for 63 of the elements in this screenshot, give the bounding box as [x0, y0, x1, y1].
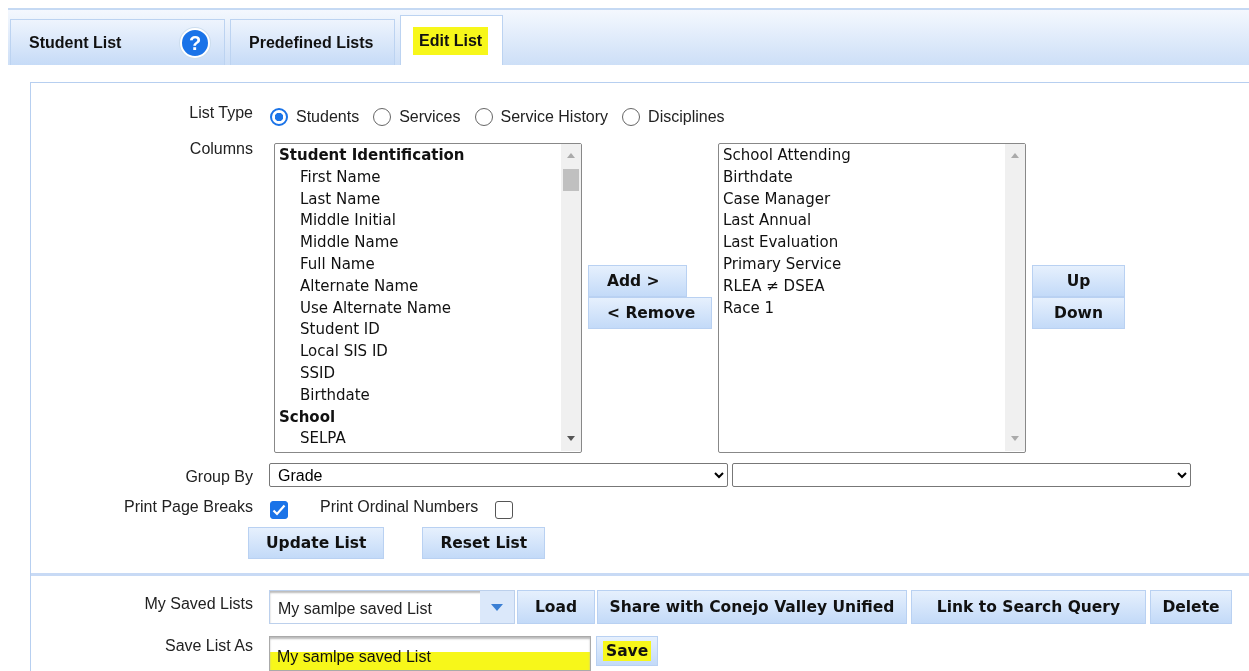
- list-option[interactable]: RLEA ≠ DSEA: [723, 275, 1001, 298]
- save-list-name-field[interactable]: My samlpe saved List: [269, 636, 591, 671]
- radio-label[interactable]: Services: [399, 105, 461, 129]
- scrollbar[interactable]: [561, 144, 581, 451]
- group-by-label: Group By: [184, 467, 253, 487]
- list-action-button[interactable]: Share with Conejo Valley Unified: [597, 590, 907, 624]
- list-option[interactable]: Last Evaluation: [723, 232, 1001, 254]
- list-action-button[interactable]: Delete: [1150, 590, 1232, 624]
- list-option[interactable]: Middle Initial: [279, 210, 557, 233]
- radio-label[interactable]: Service History: [500, 105, 609, 129]
- my-saved-lists-label: My Saved Lists: [143, 594, 253, 614]
- save-list-as-label: Save List As: [163, 636, 253, 656]
- list-option[interactable]: SSID: [279, 362, 557, 385]
- radio-button[interactable]: [474, 108, 493, 126]
- list-option[interactable]: Last Name: [279, 188, 557, 211]
- list-option[interactable]: School: [279, 406, 557, 429]
- print-page-breaks-label: Print Page Breaks: [123, 497, 253, 517]
- radio-label[interactable]: Students: [296, 105, 360, 129]
- list-option[interactable]: Local SIS ID: [279, 341, 557, 363]
- list-option[interactable]: Full Name: [279, 254, 557, 276]
- scrollbar[interactable]: [1005, 144, 1025, 451]
- group-by-select[interactable]: Grade: [269, 463, 728, 487]
- list-option[interactable]: Birthdate: [723, 166, 1001, 189]
- list-option[interactable]: Last Annual: [723, 210, 1001, 233]
- available-columns-listbox[interactable]: Student Identification First Name Last Name Middle Initial Middle Name Full Name Alternate Name Use Alternate Name Student ID Local SIS ID SSID Birthdate School SELPA: [274, 143, 582, 453]
- list-option[interactable]: First Name: [279, 166, 557, 189]
- radio-button[interactable]: [622, 108, 641, 126]
- update-button[interactable]: Update List: [248, 527, 385, 559]
- list-option[interactable]: Alternate Name: [279, 275, 557, 298]
- caret-icon: [491, 603, 503, 611]
- save-button[interactable]: Save: [596, 636, 659, 666]
- columns-label: Columns: [188, 139, 253, 159]
- list-action-button[interactable]: Load: [517, 590, 595, 624]
- add-button[interactable]: Add >: [588, 265, 687, 297]
- down-button[interactable]: Down: [1032, 297, 1125, 329]
- list-type-label: List Type: [188, 103, 253, 123]
- print-ordinal-numbers-label: Print Ordinal Numbers: [320, 497, 479, 517]
- list-option[interactable]: SELPA: [279, 428, 557, 451]
- list-action-button[interactable]: Link to Search Query: [911, 590, 1146, 624]
- list-option[interactable]: School Attending: [723, 145, 1001, 167]
- group-by-select[interactable]: [732, 463, 1191, 487]
- list-option[interactable]: Birthdate: [279, 384, 557, 407]
- list-option[interactable]: Race 1: [723, 297, 1001, 320]
- checkbox[interactable]: [270, 501, 288, 519]
- selected-columns-listbox[interactable]: School Attending Birthdate Case Manager Last Annual Last Evaluation Primary Service RLEA ≠ DSEA Race 1: [718, 143, 1026, 453]
- checkbox[interactable]: [495, 501, 514, 519]
- remove-button[interactable]: < Remove: [588, 297, 713, 329]
- tab[interactable]: Edit List: [400, 15, 503, 65]
- list-option[interactable]: Use Alternate Name: [279, 297, 557, 320]
- radio-label[interactable]: Disciplines: [648, 105, 725, 129]
- list-option[interactable]: Student ID: [279, 319, 557, 342]
- list-option[interactable]: Student Identification: [279, 145, 557, 167]
- radio-button[interactable]: [373, 108, 392, 126]
- list-option[interactable]: Middle Name: [279, 232, 557, 254]
- tab[interactable]: Predefined Lists: [230, 19, 395, 65]
- list-option[interactable]: Case Manager: [723, 188, 1001, 211]
- reset-button[interactable]: Reset List: [422, 527, 546, 559]
- radio-button[interactable]: [270, 108, 288, 126]
- up-button[interactable]: Up: [1032, 265, 1125, 297]
- list-option[interactable]: Primary Service: [723, 254, 1001, 276]
- tab[interactable]: Student List ?: [10, 19, 225, 65]
- saved-list-dropdown[interactable]: My samlpe saved List: [269, 590, 515, 624]
- help-icon[interactable]: ?: [180, 27, 210, 58]
